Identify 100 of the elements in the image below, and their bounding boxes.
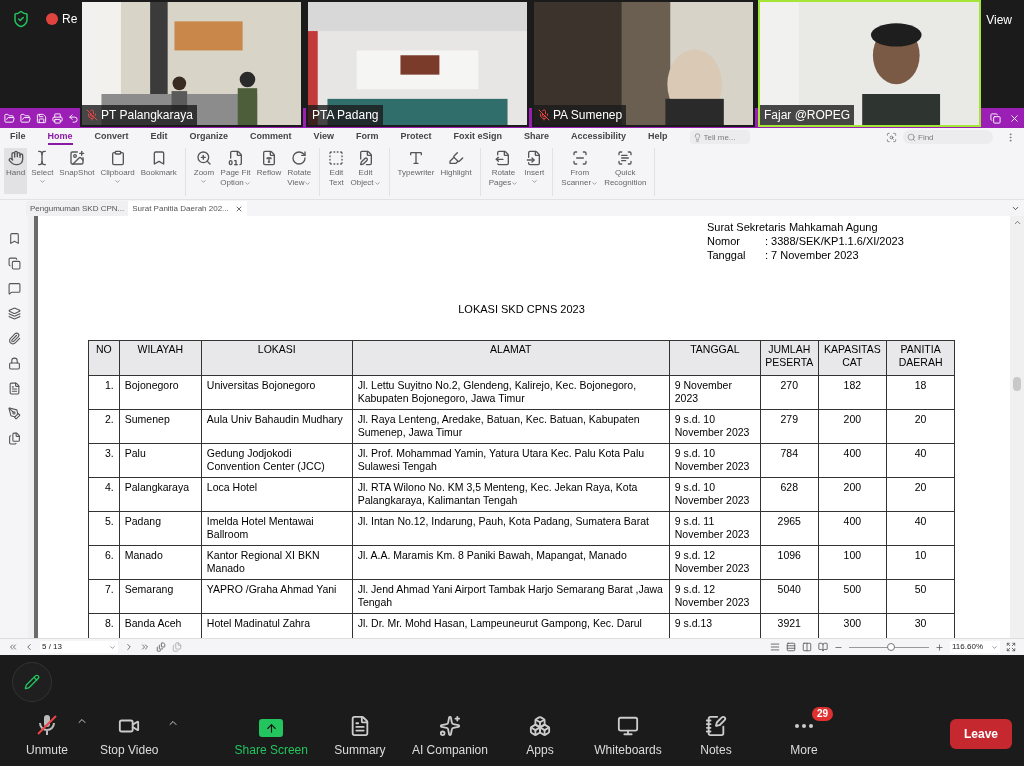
ribbon-button[interactable]: Clipboard	[98, 148, 137, 194]
share-screen-icon	[259, 719, 284, 737]
search-options-icon[interactable]	[886, 131, 897, 143]
sidebar-tool-icon[interactable]	[7, 432, 21, 445]
table-cell: YAPRO /Graha Ahmad Yani	[201, 579, 353, 614]
print-icon[interactable]	[52, 112, 63, 124]
menu-tab[interactable]: Edit	[150, 129, 168, 145]
document-tab[interactable]: Surat Panitia Daerah 202...	[128, 201, 247, 216]
ribbon-button[interactable]: Rotate View	[285, 148, 314, 194]
menu-tab[interactable]: Convert	[94, 129, 129, 145]
ribbon-button[interactable]: Reflow	[254, 148, 284, 194]
caret-icon	[511, 179, 519, 187]
ribbon-button[interactable]: Hand	[4, 148, 28, 194]
ribbon-button[interactable]: From Scanner	[559, 148, 601, 194]
restore-icon[interactable]	[990, 112, 1001, 124]
security-shield-icon[interactable]	[12, 10, 30, 28]
table-cell: 784	[760, 443, 818, 478]
ribbon-button[interactable]: SnapShot	[57, 148, 97, 194]
facing-icon[interactable]	[802, 642, 812, 652]
header-cell: ALAMAT	[352, 340, 670, 376]
view-button[interactable]: View	[986, 10, 1012, 29]
tell-me-field[interactable]: Tell me...	[689, 130, 750, 144]
search-icon	[907, 132, 916, 142]
table-cell: 1.	[88, 375, 120, 410]
ribbon-button[interactable]: Page Fit Option	[218, 148, 253, 194]
sidebar-tool-icon[interactable]	[7, 282, 21, 295]
menu-tab[interactable]: View	[313, 129, 334, 145]
sidebar-tool-icon[interactable]	[7, 357, 21, 370]
table-cell: Palangkaraya	[119, 477, 202, 512]
tab-list-icon[interactable]	[1011, 204, 1020, 213]
video-tile[interactable]: PA Sumenep	[532, 0, 755, 127]
video-tile[interactable]: PTA Padang	[306, 0, 529, 127]
ribbon-button[interactable]: Quick Recognition	[602, 148, 649, 194]
recording-label[interactable]: Re	[62, 10, 78, 28]
menu-tab[interactable]: Accessibility	[571, 129, 626, 145]
ribbon-button[interactable]: Edit Object	[348, 148, 383, 194]
menu-tab[interactable]: Organize	[189, 129, 229, 145]
scrollbar-thumb[interactable]	[1013, 377, 1021, 391]
close-icon[interactable]	[1009, 112, 1020, 124]
find-field[interactable]: Find	[903, 130, 993, 144]
toolbar-button[interactable]: Summary	[317, 715, 402, 759]
ribbon-button[interactable]: Bookmark	[138, 148, 179, 194]
menu-tab[interactable]: Share	[523, 129, 549, 145]
menu-tab[interactable]: File	[10, 129, 26, 145]
scroll-up-icon[interactable]	[1012, 218, 1022, 227]
sidebar-tool-icon[interactable]	[7, 232, 21, 245]
more-icon	[794, 724, 813, 728]
open-icon[interactable]	[20, 112, 31, 124]
ribbon-button[interactable]: Select	[29, 148, 56, 194]
video-tile[interactable]: PT Palangkaraya	[80, 0, 303, 127]
table-cell: Jl. RTA Wilono No. KM 3,5 Menteng, Kec. Jekan Raya, Kota Palangkaraya, Kalimantan Tengah	[352, 477, 670, 512]
table-cell: 400	[818, 443, 887, 478]
book-icon[interactable]	[818, 642, 828, 652]
pages-icon[interactable]	[156, 642, 166, 652]
toolbar-button[interactable]: Stop Video	[94, 715, 181, 759]
toolbar-button[interactable]: AI Companion	[405, 715, 494, 759]
toolbar-button[interactable]: Whiteboards	[585, 715, 670, 759]
toolbar-button[interactable]: Apps	[497, 715, 582, 759]
previous-page-icon[interactable]	[24, 642, 34, 652]
ribbon-button[interactable]: Zoom	[191, 148, 217, 194]
ribbon-button[interactable]: Edit Text	[326, 148, 347, 194]
close-tab-icon[interactable]	[234, 204, 243, 213]
ribbon-button[interactable]: Highlight	[438, 148, 474, 194]
table-cell: Kantor Regional XI BKN Manado	[201, 545, 353, 580]
sidebar-tool-icon[interactable]	[7, 307, 21, 320]
toolbar-button[interactable]: Unmute	[20, 713, 91, 759]
document-tab[interactable]: Pengumuman SKD CPN...	[26, 201, 129, 216]
menu-tab[interactable]: Comment	[250, 129, 292, 145]
video-tile[interactable]: Fajar @ROPEG	[758, 0, 981, 127]
sidebar-tool-icon[interactable]	[7, 382, 21, 395]
menu-tab[interactable]: Form	[355, 129, 379, 145]
lightbulb-icon	[692, 132, 702, 142]
menu-tab[interactable]: Protect	[400, 129, 432, 145]
slider-thumb[interactable]	[886, 643, 895, 651]
menu-tab[interactable]: Help	[648, 129, 668, 145]
continuous-icon[interactable]	[786, 642, 796, 652]
ribbon-button[interactable]: Insert	[522, 148, 547, 194]
toolbar-button[interactable]: Notes	[673, 715, 758, 759]
table-cell: 9 November 2023	[669, 375, 761, 410]
menu-tab[interactable]: Foxit eSign	[453, 129, 502, 145]
ribbon-button[interactable]: Typewriter	[395, 148, 437, 194]
ribbon-button[interactable]: Rotate Pages	[486, 148, 521, 194]
sidebar-tool-icon[interactable]	[7, 407, 21, 420]
zoom-field[interactable]: 116.60%	[950, 641, 1000, 653]
sidebar-tool-icon[interactable]	[7, 257, 21, 270]
participant-name: PA Sumenep	[553, 107, 623, 124]
toolbar-button[interactable]: Share Screen	[228, 719, 314, 759]
save-icon[interactable]	[36, 112, 47, 124]
zoom-in-icon[interactable]	[935, 642, 944, 652]
undo-icon[interactable]	[68, 112, 79, 124]
page-number-field[interactable]: 5 / 13	[40, 641, 118, 653]
table-cell: Jl. Prof. Mohammad Yamin, Yatura Utara Kec. Palu Kota Palu Sulawesi Tengah	[352, 443, 670, 478]
sidebar-tool-icon[interactable]	[7, 332, 21, 345]
annotate-button[interactable]	[12, 662, 52, 702]
table-cell: 279	[760, 409, 818, 444]
table-cell: Aula Univ Bahaudin Mudhary	[201, 409, 353, 444]
zoom-slider[interactable]	[849, 642, 929, 652]
leave-button[interactable]: Leave	[949, 719, 1012, 749]
next-page-icon[interactable]	[124, 642, 134, 652]
fullscreen-icon[interactable]	[1006, 642, 1016, 652]
